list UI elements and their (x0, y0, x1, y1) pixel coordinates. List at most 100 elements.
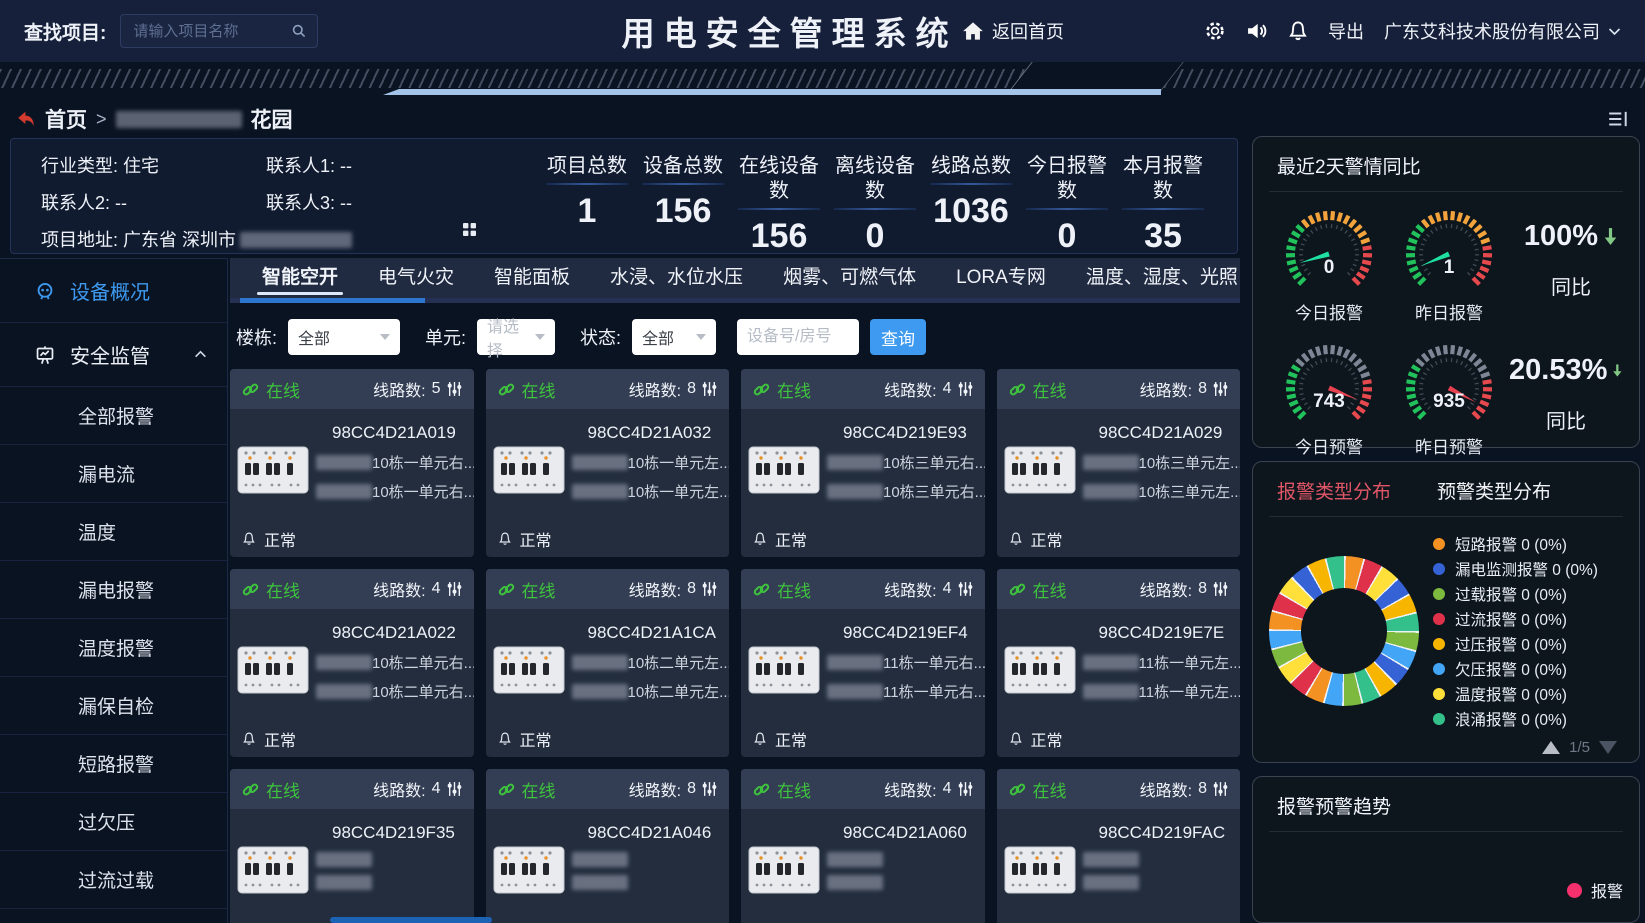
gauge-today-alarm: 0 今日报警 (1269, 204, 1389, 326)
sliders-icon[interactable] (958, 781, 973, 797)
online-status: 在线 (242, 577, 300, 602)
grid-icon[interactable] (462, 222, 477, 237)
unit-select[interactable]: 请选择 (477, 319, 555, 355)
status-select[interactable]: 全部 (632, 319, 716, 355)
collapse-panel-icon[interactable] (1607, 110, 1629, 128)
device-card[interactable]: 在线 线路数: 4 (741, 769, 985, 923)
sliders-icon[interactable] (447, 781, 462, 797)
sidebar-sub-item[interactable]: 过流过载 (0, 851, 227, 909)
sliders-icon[interactable] (447, 581, 462, 597)
device-card[interactable]: 在线 线路数: 4 (741, 369, 985, 557)
tabs-scroll-left-icon[interactable] (234, 271, 242, 285)
device-card[interactable]: 在线 线路数: 8 (997, 769, 1241, 923)
query-button[interactable]: 查询 (870, 319, 926, 355)
sliders-icon[interactable] (1213, 581, 1228, 597)
line-count-label: 线路数: (884, 777, 936, 801)
device-card[interactable]: 在线 线路数: 8 (486, 569, 730, 757)
device-location-1: 11栋一单元左... (1083, 652, 1233, 673)
device-location-2: 10栋二单元左... (572, 681, 722, 702)
online-label: 在线 (1033, 577, 1067, 602)
tab-lora[interactable]: LORA专网 (936, 258, 1066, 298)
online-label: 在线 (1033, 377, 1067, 402)
device-card[interactable]: 在线 线路数: 4 (230, 569, 474, 757)
breaker-image (1003, 443, 1077, 497)
horizontal-scrollbar-thumb[interactable] (330, 917, 492, 923)
gauge-today-warning: 743 今日预警 (1269, 338, 1389, 460)
project-search-input[interactable] (131, 22, 291, 41)
sidebar-item-device-overview[interactable]: 设备概况 (0, 259, 227, 323)
notification-icon[interactable] (1288, 20, 1308, 42)
contact2-label: 联系人2: (41, 193, 110, 213)
location-redacted (827, 455, 883, 470)
tab-smart-panel[interactable]: 智能面板 (474, 258, 590, 298)
online-status: 在线 (1009, 577, 1067, 602)
sidebar-sub-item[interactable]: 漏电报警 (0, 561, 227, 619)
back-home-link[interactable]: 返回首页 (962, 18, 1064, 44)
contact3-label: 联系人3: (266, 193, 335, 213)
device-state: 正常 (264, 727, 296, 751)
link-icon (1009, 381, 1026, 398)
sliders-icon[interactable] (1213, 381, 1228, 397)
tab-water[interactable]: 水浸、水位水压 (590, 258, 763, 298)
tabs-scrollbar-thumb[interactable] (240, 298, 425, 303)
device-card-body: 98CC4D219E7E 11栋一单元左... 11栋一单元左... (997, 609, 1241, 721)
breadcrumb-home[interactable]: 首页 (45, 104, 87, 134)
tab-smoke-gas[interactable]: 烟雾、可燃气体 (763, 258, 936, 298)
sidebar-sub-item[interactable]: 温度 (0, 503, 227, 561)
device-number-input[interactable] (737, 319, 859, 355)
online-label: 在线 (266, 377, 300, 402)
sidebar-sub-item[interactable]: 短路报警 (0, 735, 227, 793)
tab-alarm-distribution[interactable]: 报警类型分布 (1277, 477, 1391, 504)
settings-icon[interactable] (1204, 20, 1226, 42)
device-card[interactable]: 在线 线路数: 8 (486, 769, 730, 923)
search-icon[interactable] (291, 23, 307, 39)
location-redacted (1083, 655, 1139, 670)
tab-temp-humidity-light[interactable]: 温度、湿度、光照 (1066, 258, 1258, 298)
device-card[interactable]: 在线 线路数: 4 (230, 769, 474, 923)
sliders-icon[interactable] (447, 381, 462, 397)
location-redacted (1083, 875, 1139, 890)
sidebar-sub-item[interactable]: 温度报警 (0, 619, 227, 677)
device-card[interactable]: 在线 线路数: 4 (741, 569, 985, 757)
tab-warning-distribution[interactable]: 预警类型分布 (1437, 477, 1551, 504)
device-card-body: 98CC4D21A019 10栋一单元右... 10栋一单元右... (230, 409, 474, 521)
device-card[interactable]: 在线 线路数: 8 (997, 569, 1241, 757)
legend-item: 欠压报警 0 (0%) (1433, 656, 1623, 681)
online-status: 在线 (753, 577, 811, 602)
pager-up-icon[interactable] (1542, 741, 1560, 754)
online-status: 在线 (1009, 377, 1067, 402)
device-card[interactable]: 在线 线路数: 8 (486, 369, 730, 557)
tab-electric-fire[interactable]: 电气火灾 (358, 258, 474, 298)
sidebar-sub-item[interactable]: 过欠压 (0, 793, 227, 851)
breaker-image (492, 443, 566, 497)
project-search-box[interactable] (120, 14, 318, 48)
device-card[interactable]: 在线 线路数: 8 (997, 369, 1241, 557)
building-select[interactable]: 全部 (288, 319, 400, 355)
line-count-value: 4 (432, 580, 441, 598)
tab-smart-breaker[interactable]: 智能空开 (242, 258, 358, 298)
sound-icon[interactable] (1246, 21, 1268, 41)
export-button[interactable]: 导出 (1328, 18, 1364, 44)
sidebar-item-safety[interactable]: 安全监管 (0, 323, 227, 387)
gauge-yesterday-alarm: 1 昨日报警 (1389, 204, 1509, 326)
company-dropdown[interactable]: 广东艾科技术股份有限公司 (1384, 18, 1621, 44)
sidebar-sub-item[interactable]: 漏电流 (0, 445, 227, 503)
sliders-icon[interactable] (958, 581, 973, 597)
sliders-icon[interactable] (702, 781, 717, 797)
stat-today-alarms: 今日报警数0 (1019, 154, 1115, 253)
device-card-footer: 正常 (997, 521, 1241, 557)
sidebar-sub-item[interactable]: 漏保自检 (0, 677, 227, 735)
pager-down-icon[interactable] (1599, 741, 1617, 754)
sliders-icon[interactable] (702, 381, 717, 397)
sliders-icon[interactable] (1213, 781, 1228, 797)
sliders-icon[interactable] (958, 381, 973, 397)
line-count: 线路数: 5 (373, 377, 461, 401)
device-card-body: 98CC4D21A032 10栋一单元左... 10栋一单元左... (486, 409, 730, 521)
address-value: 广东省 深圳市 (123, 230, 236, 250)
link-icon (498, 381, 515, 398)
back-arrow-icon[interactable] (16, 110, 36, 128)
device-card[interactable]: 在线 线路数: 5 (230, 369, 474, 557)
sidebar-sub-item[interactable]: 全部报警 (0, 387, 227, 445)
sliders-icon[interactable] (702, 581, 717, 597)
legend-dot (1433, 663, 1445, 675)
